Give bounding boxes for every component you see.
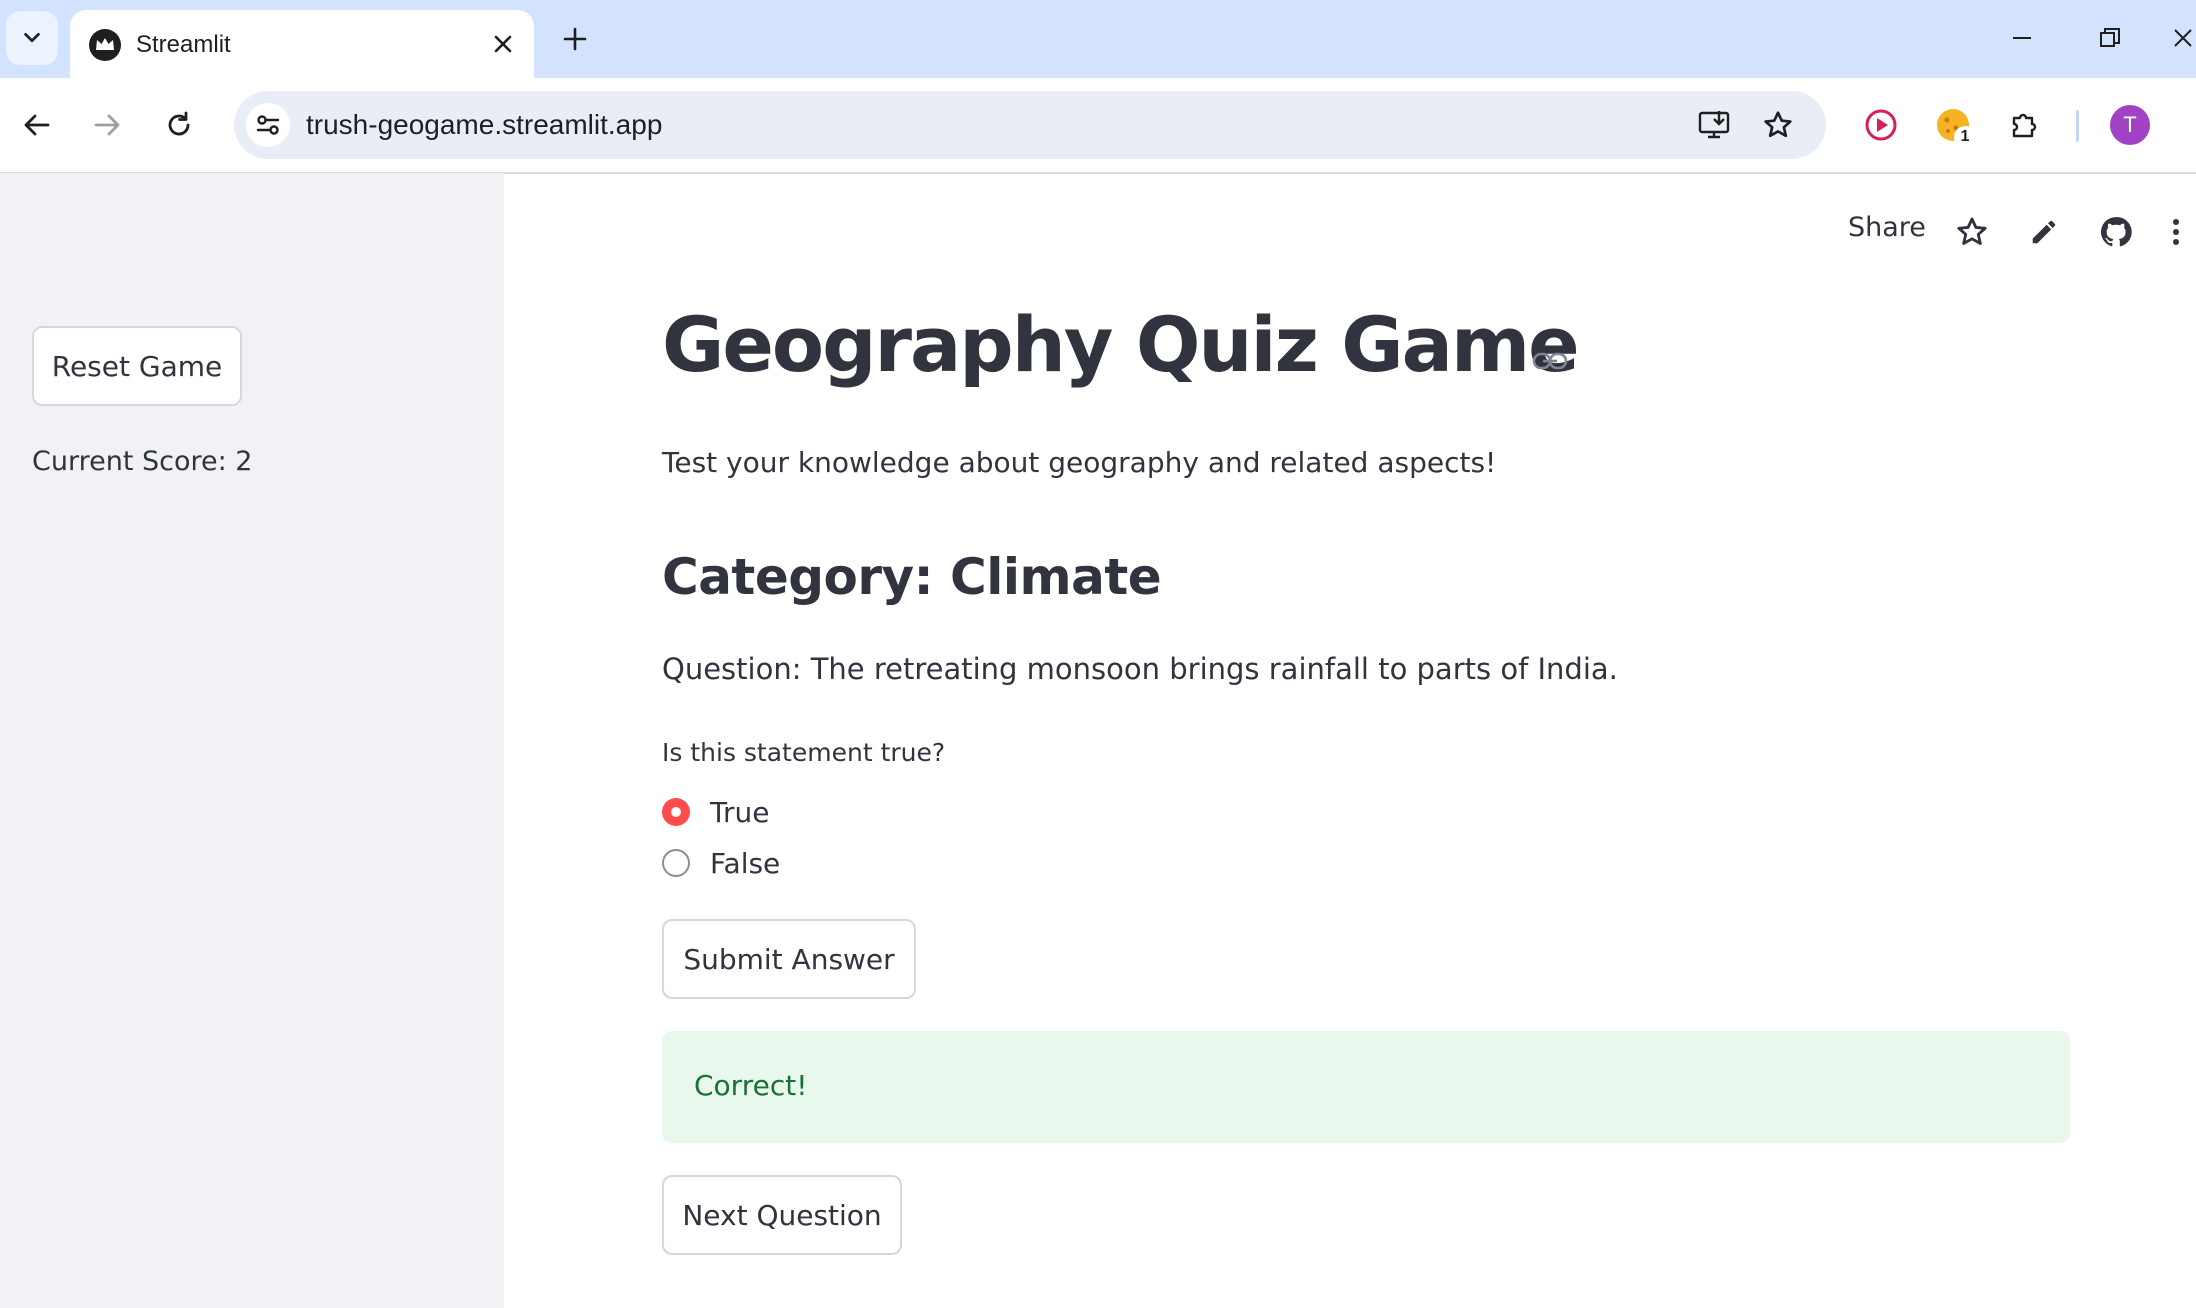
- pencil-icon: [2032, 220, 2056, 244]
- toolbar-separator: [2076, 110, 2079, 142]
- link-icon: [1532, 352, 1568, 370]
- anchor-link-button[interactable]: [1530, 344, 1570, 378]
- close-icon: [494, 35, 512, 53]
- reset-game-button[interactable]: Reset Game: [32, 326, 242, 406]
- streamlit-crown-icon: [89, 29, 121, 61]
- github-button[interactable]: [2094, 210, 2138, 254]
- address-bar[interactable]: trush-geogame.streamlit.app: [234, 91, 1826, 159]
- radio-option-label: True: [710, 795, 770, 829]
- site-info-button[interactable]: [246, 103, 290, 147]
- radio-selected-icon[interactable]: [662, 798, 690, 826]
- page-subtitle: Test your knowledge about geography and …: [662, 446, 1497, 479]
- plus-icon: [563, 27, 587, 51]
- extensions-menu-button[interactable]: [2000, 100, 2050, 150]
- category-heading: Category: Climate: [662, 548, 1162, 606]
- radio-option-label: False: [710, 846, 781, 880]
- url-text[interactable]: trush-geogame.streamlit.app: [306, 109, 662, 141]
- browser-tabstrip: Streamlit: [0, 0, 2196, 78]
- success-alert: Correct!: [662, 1031, 2070, 1143]
- extension-record-button[interactable]: [1856, 100, 1906, 150]
- forward-button[interactable]: [82, 100, 132, 150]
- radio-group-label: Is this statement true?: [662, 738, 946, 767]
- star-icon: [1764, 111, 1792, 138]
- bookmark-button[interactable]: [1758, 105, 1798, 145]
- record-play-icon: [1865, 109, 1897, 141]
- minimize-icon: [2013, 37, 2031, 39]
- share-button[interactable]: Share: [1848, 212, 1926, 243]
- radio-unselected-icon[interactable]: [662, 849, 690, 877]
- arrow-left-icon: [24, 114, 50, 136]
- favorite-app-button[interactable]: [1950, 210, 1994, 254]
- page-title: Geography Quiz Game: [662, 300, 1580, 389]
- close-window-button[interactable]: [2172, 18, 2196, 58]
- tab-search-button[interactable]: [6, 11, 58, 65]
- current-score: Current Score: 2: [32, 446, 253, 477]
- browser-tab-active[interactable]: Streamlit: [70, 10, 534, 78]
- radio-option-false[interactable]: False: [662, 843, 780, 883]
- tab-title: Streamlit: [136, 31, 231, 58]
- tune-icon: [256, 115, 280, 135]
- close-tab-button[interactable]: [486, 27, 520, 61]
- chevron-down-icon: [24, 32, 40, 43]
- more-vert-icon: [2173, 219, 2179, 245]
- result-text: Correct!: [694, 1069, 808, 1102]
- restore-button[interactable]: [2088, 18, 2132, 58]
- minimize-button[interactable]: [2000, 18, 2044, 58]
- reload-button[interactable]: [154, 100, 204, 150]
- restore-icon: [2100, 28, 2120, 47]
- sidebar: Reset Game Current Score: 2: [0, 173, 504, 1308]
- back-button[interactable]: [12, 100, 62, 150]
- github-icon: [2100, 217, 2132, 247]
- puzzle-icon: [2012, 113, 2037, 138]
- edit-app-button[interactable]: [2022, 210, 2066, 254]
- install-app-button[interactable]: [1694, 105, 1734, 145]
- browser-toolbar: trush-geogame.streamlit.app 1 T: [0, 78, 2196, 174]
- arrow-right-icon: [94, 114, 120, 136]
- next-question-button[interactable]: Next Question: [662, 1175, 902, 1255]
- extension-badge: 1: [1954, 126, 1976, 148]
- submit-answer-button[interactable]: Submit Answer: [662, 919, 916, 999]
- profile-avatar[interactable]: T: [2110, 105, 2150, 145]
- main-menu-button[interactable]: [2170, 210, 2196, 254]
- install-desktop-icon: [1698, 111, 1730, 139]
- reload-icon: [168, 111, 190, 136]
- close-icon: [2174, 29, 2192, 47]
- radio-option-true[interactable]: True: [662, 792, 769, 832]
- question-text: Question: The retreating monsoon brings …: [662, 652, 1618, 686]
- new-tab-button[interactable]: [556, 20, 594, 58]
- star-icon: [1957, 217, 1987, 245]
